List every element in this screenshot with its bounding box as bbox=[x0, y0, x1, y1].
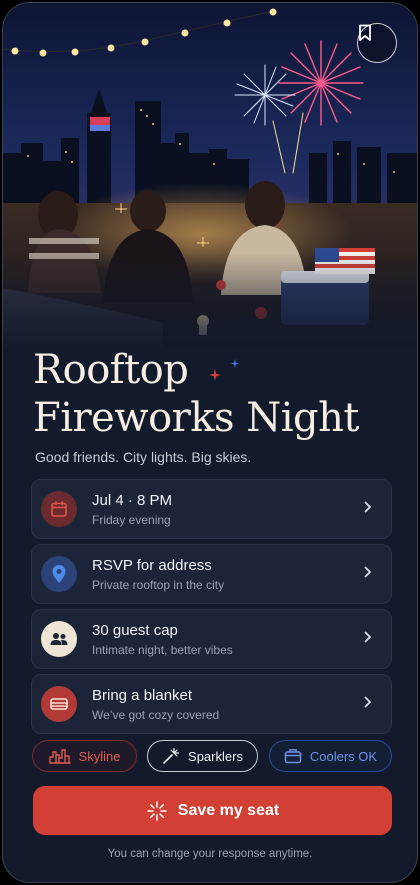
people-icon-badge bbox=[41, 621, 77, 657]
sparkle-icon bbox=[209, 359, 240, 381]
event-screen: Rooftop Fireworks Night Good friends. Ci… bbox=[2, 2, 418, 883]
chip-sparklers[interactable]: Sparklers bbox=[147, 740, 258, 772]
chip-coolers-label: Coolers OK bbox=[309, 748, 378, 764]
detail-location-title: RSVP for address bbox=[92, 556, 212, 574]
event-tagline: Good friends. City lights. Big skies. bbox=[35, 449, 252, 465]
blanket-icon-badge bbox=[41, 686, 77, 722]
sparkler-icon bbox=[163, 747, 180, 764]
detail-date[interactable]: Jul 4 · 8 PM Friday evening bbox=[31, 479, 392, 539]
detail-guests[interactable]: 30 guest cap Intimate night, better vibe… bbox=[31, 609, 392, 669]
chip-coolers[interactable]: Coolers OK bbox=[269, 740, 392, 772]
detail-guests-subtitle: Intimate night, better vibes bbox=[92, 642, 233, 657]
bookmark-icon bbox=[359, 24, 371, 41]
calendar-icon-badge bbox=[41, 491, 77, 527]
location-icon-badge bbox=[41, 556, 77, 592]
people-icon bbox=[50, 633, 68, 645]
detail-location[interactable]: RSVP for address Private rooftop in the … bbox=[31, 544, 392, 604]
detail-blanket[interactable]: Bring a blanket We’ve got cozy covered bbox=[31, 674, 392, 734]
event-details-list: Jul 4 · 8 PM Friday evening RSVP for add… bbox=[31, 479, 392, 739]
blanket-icon bbox=[50, 698, 68, 710]
bookmark-button[interactable] bbox=[357, 23, 397, 63]
chevron-right-icon bbox=[364, 631, 372, 643]
chevron-right-icon bbox=[364, 696, 372, 708]
chevron-right-icon bbox=[364, 566, 372, 578]
skyline-icon bbox=[48, 749, 71, 764]
chip-skyline-label: Skyline bbox=[78, 748, 121, 764]
save-seat-button[interactable]: Save my seat bbox=[33, 786, 392, 835]
event-title-line2: Fireworks Night bbox=[33, 395, 360, 441]
chevron-right-icon bbox=[364, 501, 372, 513]
detail-blanket-subtitle: We’ve got cozy covered bbox=[92, 707, 220, 722]
event-title: Rooftop Fireworks Night bbox=[33, 346, 360, 442]
chip-skyline[interactable]: Skyline bbox=[32, 740, 137, 772]
detail-blanket-title: Bring a blanket bbox=[92, 686, 193, 704]
detail-guests-title: 30 guest cap bbox=[92, 621, 178, 639]
detail-date-title: Jul 4 · 8 PM bbox=[92, 491, 173, 509]
hero-fade bbox=[3, 253, 417, 348]
save-seat-label: Save my seat bbox=[177, 801, 280, 819]
detail-date-subtitle: Friday evening bbox=[92, 512, 171, 527]
footer-note: You can change your response anytime. bbox=[107, 848, 313, 860]
event-title-line1: Rooftop bbox=[33, 347, 189, 393]
chip-sparklers-label: Sparklers bbox=[188, 748, 243, 764]
location-pin-icon bbox=[52, 565, 66, 583]
hero-image bbox=[3, 3, 417, 348]
feature-chips: Skyline Sparklers Coolers OK bbox=[32, 740, 394, 772]
detail-location-subtitle: Private rooftop in the city bbox=[92, 577, 225, 592]
cooler-icon bbox=[284, 749, 302, 764]
firework-icon bbox=[147, 800, 167, 821]
calendar-icon bbox=[51, 501, 67, 517]
